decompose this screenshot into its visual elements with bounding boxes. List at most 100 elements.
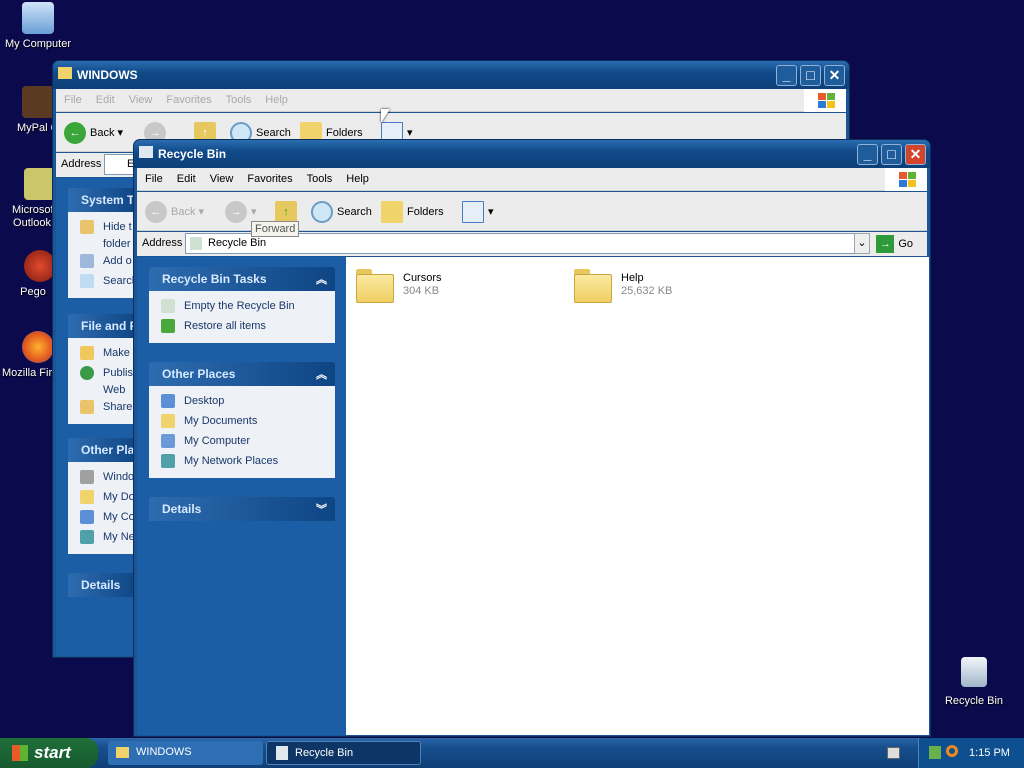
- taskbar: start WINDOWS Recycle Bin 1:15 PM: [0, 738, 1024, 768]
- back-button[interactable]: ← Back ▾: [64, 121, 123, 145]
- menu-view[interactable]: View: [202, 168, 240, 185]
- place-item[interactable]: My Ne: [80, 528, 138, 548]
- folders-icon: [381, 201, 403, 224]
- maximize-button[interactable]: □: [800, 65, 821, 86]
- folders-button[interactable]: Folders: [381, 200, 444, 224]
- menu-tools[interactable]: Tools: [299, 168, 339, 185]
- title-bar[interactable]: Recycle Bin _ □ ✕: [134, 140, 930, 168]
- file-item[interactable]: Cursors 304 KB: [356, 269, 556, 309]
- expand-icon: ︾: [316, 504, 327, 516]
- recycle-bin-icon: [139, 146, 153, 158]
- firefox-icon: [22, 331, 54, 363]
- task-item[interactable]: Web: [80, 384, 138, 398]
- menu-tools[interactable]: Tools: [218, 89, 258, 106]
- other-places-group: Other Places ︽ Desktop My Documents My Comp…: [149, 362, 335, 478]
- desktop-icon-recycle-bin[interactable]: Recycle Bin: [934, 657, 1014, 707]
- computer-icon: [22, 2, 54, 34]
- group-header[interactable]: Details ︾: [149, 497, 335, 521]
- recycle-bin-window[interactable]: Recycle Bin _ □ ✕ File Edit View Favorites T…: [133, 139, 931, 737]
- task-item[interactable]: Share: [80, 398, 138, 418]
- place-my-network-places[interactable]: My Network Places: [161, 452, 335, 472]
- empty-recycle-bin-link[interactable]: Empty the Recycle Bin: [161, 297, 335, 317]
- folder-icon: [356, 269, 394, 303]
- file-list: Cursors 304 KB Help 25,632 KB: [346, 257, 929, 735]
- system-tasks-group: System T Hide t folder Add o Search: [68, 188, 138, 298]
- menu-help[interactable]: Help: [257, 89, 294, 106]
- title-bar[interactable]: WINDOWS _ □ ✕: [53, 61, 849, 89]
- recycle-bin-tasks-group: Recycle Bin Tasks ︽ Empty the Recycle Bin…: [149, 267, 335, 343]
- desktop-icon-outlook[interactable]: Microsoft Outlook: [12, 168, 52, 230]
- back-arrow-icon: ←: [145, 201, 167, 224]
- desktop-icon-mypal[interactable]: MyPal 6: [0, 86, 58, 134]
- maximize-button[interactable]: □: [881, 144, 902, 165]
- mypal-icon: [22, 86, 54, 118]
- back-button[interactable]: ← Back ▾: [145, 200, 204, 224]
- taskbar-item-recycle-bin[interactable]: Recycle Bin: [266, 741, 421, 765]
- close-button[interactable]: ✕: [824, 65, 845, 86]
- taskbar-item-windows[interactable]: WINDOWS: [108, 741, 263, 765]
- menu-edit[interactable]: Edit: [88, 89, 121, 106]
- task-pane: System T Hide t folder Add o Search File an…: [56, 178, 138, 656]
- menu-file[interactable]: File: [137, 168, 169, 185]
- restore-all-link[interactable]: Restore all items: [161, 317, 335, 337]
- start-button[interactable]: start: [0, 738, 98, 768]
- go-button[interactable]: → Go: [876, 234, 913, 254]
- menu-bar: File Edit View Favorites Tools Help: [56, 89, 846, 112]
- recycle-bin-icon: [276, 746, 288, 760]
- desktop-icon-my-computer[interactable]: My Computer: [0, 2, 78, 50]
- search-button[interactable]: Search: [311, 200, 372, 224]
- group-header[interactable]: Other Pla: [68, 438, 138, 462]
- group-header[interactable]: Details: [68, 573, 138, 597]
- menu-edit[interactable]: Edit: [169, 168, 202, 185]
- forward-arrow-icon: →: [225, 201, 247, 224]
- group-header[interactable]: Recycle Bin Tasks ︽: [149, 267, 335, 291]
- network-icon[interactable]: [929, 746, 941, 759]
- place-item[interactable]: My Do: [80, 488, 138, 508]
- menu-help[interactable]: Help: [338, 168, 375, 185]
- menu-favorites[interactable]: Favorites: [158, 89, 217, 106]
- file-item[interactable]: Help 25,632 KB: [574, 269, 774, 309]
- group-header[interactable]: File and F: [68, 314, 138, 338]
- menu-view[interactable]: View: [121, 89, 159, 106]
- desktop-icon-firefox[interactable]: Mozilla Firefox: [2, 331, 54, 379]
- address-dropdown-button[interactable]: ⌄: [854, 233, 870, 254]
- details-group: Details ︾: [149, 497, 335, 521]
- toolbar: ← Back ▾ → ▾ ↑ Search Folders ▾ Forward: [137, 192, 927, 237]
- task-item[interactable]: Hide t: [80, 218, 138, 238]
- keyboard-icon[interactable]: [887, 747, 900, 759]
- forward-tooltip: Forward: [251, 221, 300, 237]
- task-item[interactable]: Search: [80, 272, 138, 292]
- menu-favorites[interactable]: Favorites: [239, 168, 298, 185]
- minimize-button[interactable]: _: [776, 65, 797, 86]
- collapse-icon: ︽: [316, 369, 327, 381]
- place-desktop[interactable]: Desktop: [161, 392, 335, 412]
- other-places-group: Other Pla Windo My Do My Co My Ne: [68, 438, 138, 554]
- minimize-button[interactable]: _: [857, 144, 878, 165]
- place-my-computer[interactable]: My Computer: [161, 432, 335, 452]
- recycle-bin-icon: [961, 657, 987, 687]
- search-icon[interactable]: [946, 745, 958, 757]
- clock[interactable]: 1:15 PM: [969, 747, 1010, 759]
- group-header[interactable]: System T: [68, 188, 138, 212]
- close-button[interactable]: ✕: [905, 144, 926, 165]
- mouse-cursor: [381, 109, 390, 123]
- folder-icon: [58, 67, 72, 79]
- menu-bar: File Edit View Favorites Tools Help: [137, 168, 927, 191]
- group-header[interactable]: Other Places ︽: [149, 362, 335, 386]
- recycle-bin-icon: [190, 237, 202, 250]
- windows-logo-icon: [804, 89, 846, 112]
- place-item[interactable]: Windo: [80, 468, 138, 488]
- go-arrow-icon: →: [876, 235, 895, 254]
- place-item[interactable]: My Co: [80, 508, 138, 528]
- task-item[interactable]: Make: [80, 344, 138, 364]
- task-item[interactable]: Publis: [80, 364, 138, 384]
- views-button[interactable]: ▾: [462, 200, 494, 224]
- place-my-documents[interactable]: My Documents: [161, 412, 335, 432]
- pego-icon: [24, 250, 54, 282]
- task-item[interactable]: Add o: [80, 252, 138, 272]
- desktop-icon-pego[interactable]: Pego: [12, 250, 54, 298]
- task-item[interactable]: folder: [80, 238, 138, 252]
- views-icon: [462, 201, 484, 224]
- menu-file[interactable]: File: [56, 89, 88, 106]
- file-folder-tasks-group: File and F Make Publis Web Share: [68, 314, 138, 424]
